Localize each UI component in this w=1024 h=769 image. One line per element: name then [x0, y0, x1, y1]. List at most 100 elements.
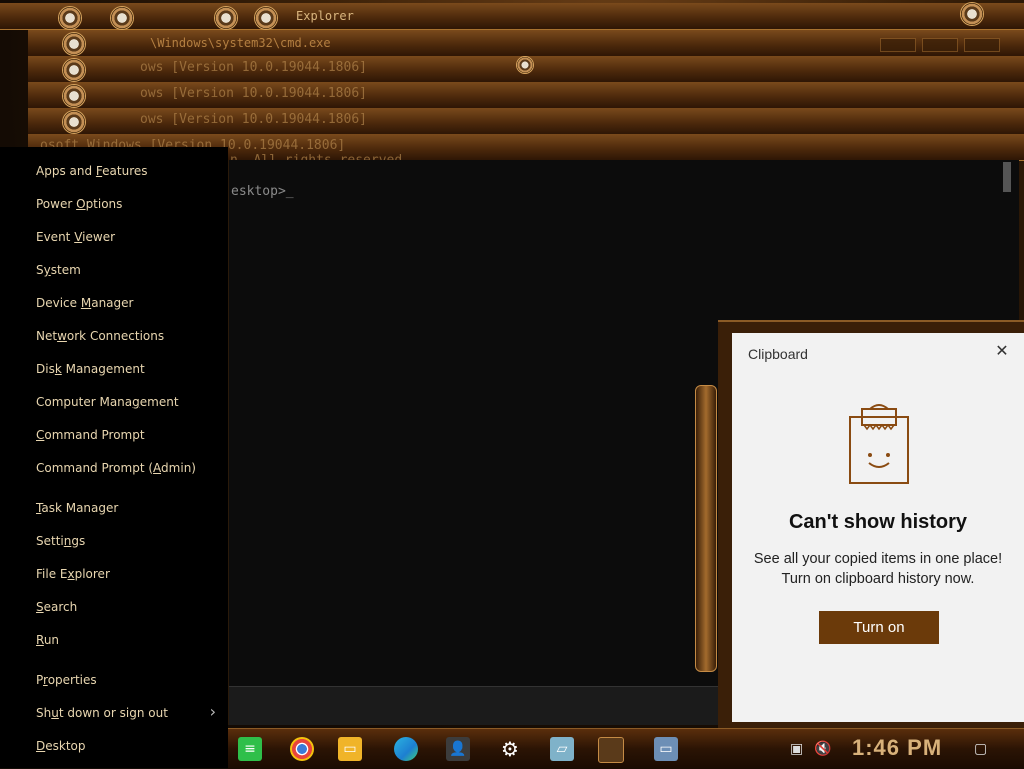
gear-ornament-icon [62, 32, 86, 56]
version-line: ows [Version 10.0.19044.1806] [140, 112, 367, 127]
menu-item-label: Management [61, 362, 145, 376]
gear-ornament-icon [214, 6, 238, 30]
gear-ornament-icon [110, 6, 134, 30]
menu-item-access-key: M [80, 296, 92, 310]
menu-item-access-key: R [36, 633, 44, 647]
menu-item-label: Device [36, 296, 81, 310]
menu-item[interactable]: File Explorer [36, 567, 110, 581]
clipboard-description-line: Turn on clipboard history now. [781, 571, 975, 587]
menu-item[interactable]: Search [36, 600, 77, 614]
menu-item[interactable]: Run [36, 633, 59, 647]
menu-item-label: ommand Prompt [44, 428, 145, 442]
app-tile-icon[interactable] [598, 737, 624, 763]
menu-item-label: dmin) [161, 461, 196, 475]
clipboard-description-line: See all your copied items in one place! [753, 551, 1003, 567]
power-user-menu: Apps and Features Power Options Event View… [0, 147, 228, 768]
menu-item-label: earch [43, 600, 78, 614]
taskbar-clock[interactable]: 1:46 PM [852, 735, 942, 761]
menu-item[interactable]: Task Manager [36, 501, 118, 515]
menu-item-access-key: y [43, 263, 51, 277]
menu-item[interactable]: Settings [36, 534, 85, 548]
gear-ornament-icon [58, 6, 82, 30]
menu-item-label: Net [36, 329, 58, 343]
menu-item-label: Command Prompt ( [36, 461, 154, 475]
menu-item-label: ask Manager [41, 501, 119, 515]
explorer-window-bar[interactable] [0, 3, 1024, 30]
menu-item[interactable]: Desktop [36, 739, 86, 753]
menu-item-access-key: O [76, 197, 86, 211]
close-icon[interactable]: ✕ [994, 343, 1010, 359]
menu-item-label: Power [36, 197, 77, 211]
settings-gear-icon[interactable]: ⚙ [498, 737, 522, 761]
file-explorer-icon[interactable]: ▭ [338, 737, 362, 761]
chrome-icon[interactable] [290, 737, 314, 761]
notepad-icon[interactable]: ▱ [550, 737, 574, 761]
menu-item-access-key: k [54, 362, 62, 376]
menu-item-access-key: u [51, 706, 59, 720]
version-line: ows [Version 10.0.19044.1806] [140, 60, 367, 75]
menu-item[interactable]: Command Prompt [36, 428, 145, 442]
menu-item-label: Dis [36, 362, 55, 376]
window-control-button[interactable] [880, 38, 916, 52]
menu-item-label: gs [71, 534, 86, 548]
menu-item[interactable]: System [36, 263, 81, 277]
menu-item[interactable]: Command Prompt (Admin) [36, 461, 196, 475]
menu-item-access-key: V [74, 230, 83, 244]
gear-ornament-icon [62, 84, 86, 108]
clipboard-heading: Can't show history [788, 511, 968, 533]
menu-item-label: Sh [36, 706, 52, 720]
menu-item-label: un [43, 633, 60, 647]
frame-ornament [695, 385, 717, 672]
menu-item-label: ork Connections [66, 329, 165, 343]
menu-item-access-key: S [36, 600, 44, 614]
menu-item[interactable]: Power Options [36, 197, 122, 211]
network-icon[interactable]: ▣ [790, 741, 803, 757]
menu-item-label: operties [47, 673, 97, 687]
version-line: ows [Version 10.0.19044.1806] [140, 86, 367, 101]
window-control-button[interactable] [964, 38, 1000, 52]
edge-icon[interactable] [394, 737, 418, 761]
clipboard-title: Clipboard [748, 346, 808, 362]
menu-item-label: Setti [36, 534, 64, 548]
taskbar: ≡ ▭ 👤 ⚙ ▱ ▭ ▣ 🔇 1:46 PM ▢ [228, 728, 1024, 769]
menu-item[interactable]: Event Viewer [36, 230, 115, 244]
menu-item-label: eatures [102, 164, 148, 178]
console-status-bar [229, 686, 719, 725]
explorer-title: Explorer [296, 9, 354, 23]
action-center-icon[interactable]: ▢ [974, 741, 987, 757]
menu-item-label: Event [36, 230, 75, 244]
menu-item-label: esktop [45, 739, 86, 753]
menu-item[interactable]: Computer Management [36, 395, 179, 409]
menu-item-label: ptions [85, 197, 123, 211]
menu-item[interactable]: Disk Management [36, 362, 145, 376]
menu-item[interactable]: Device Manager [36, 296, 133, 310]
gear-ornament-icon [62, 110, 86, 134]
menu-item-label: S [36, 263, 44, 277]
cmd-window-title: \Windows\system32\cmd.exe [150, 36, 331, 50]
people-icon[interactable]: 👤 [446, 737, 470, 761]
console-prompt: esktop>_ [231, 184, 294, 199]
console-scrollbar[interactable] [1003, 162, 1011, 192]
menu-item[interactable]: Network Connections [36, 329, 164, 343]
menu-item[interactable]: Properties [36, 673, 97, 687]
menu-item[interactable]: Shut down or sign out › [36, 702, 222, 721]
gear-ornament-icon [62, 58, 86, 82]
menu-item-label: Computer Mana [36, 395, 133, 409]
menu-item-label: stem [50, 263, 81, 277]
menu-item-access-key: A [153, 461, 162, 475]
menu-item-label: iewer [82, 230, 116, 244]
turn-on-button[interactable]: Turn on [819, 611, 939, 644]
volume-muted-icon[interactable]: 🔇 [814, 741, 831, 757]
menu-item-access-key: x [67, 567, 75, 581]
menu-item-label: plorer [74, 567, 110, 581]
clipboard-smile-icon [849, 404, 909, 484]
menu-item-label: anager [91, 296, 134, 310]
notes-icon[interactable]: ≡ [238, 737, 262, 761]
menu-item[interactable]: Apps and Features [36, 164, 148, 178]
gear-ornament-icon [254, 6, 278, 30]
laptop-icon[interactable]: ▭ [654, 737, 678, 761]
chevron-right-icon: › [209, 702, 216, 721]
window-control-button[interactable] [922, 38, 958, 52]
clipboard-description: See all your copied items in one place! … [732, 549, 1024, 589]
menu-item-access-key: w [57, 329, 67, 343]
